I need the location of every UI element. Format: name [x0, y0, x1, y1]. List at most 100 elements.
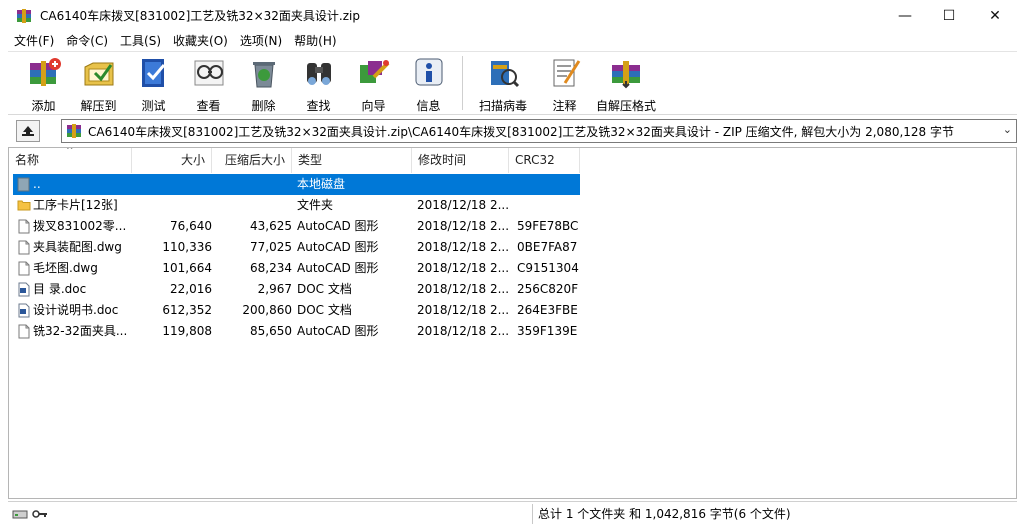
wizard-label: 向导	[361, 99, 386, 113]
add-button[interactable]: 添加	[16, 52, 71, 114]
file-modified-cell: 2018/12/18 2...	[417, 198, 509, 212]
comment-label: 注释	[552, 99, 577, 113]
file-row[interactable]: 工序卡片[12张] 文件夹 2018/12/18 2...	[13, 195, 580, 216]
info-button[interactable]: 信息	[401, 52, 456, 114]
file-crc-cell: 256C820F	[517, 282, 579, 296]
menu-commands[interactable]: 命令(C)	[60, 31, 114, 51]
file-icon	[17, 261, 31, 276]
find-label: 查找	[306, 99, 331, 113]
file-packed-cell: 200,860	[242, 303, 292, 317]
file-row[interactable]: 铣32-32面夹具... 119,808 85,650 AutoCAD 图形 2018/…	[13, 321, 580, 342]
virus-scan-label: 扫描病毒	[478, 99, 527, 113]
maximize-button[interactable]: ☐	[926, 0, 972, 31]
column-header-packed[interactable]: 压缩后大小	[212, 148, 292, 173]
file-icon	[17, 240, 31, 255]
window-title: CA6140车床拨叉[831002]工艺及铣32×32面夹具设计.zip	[40, 9, 360, 23]
view-button[interactable]: 查看	[181, 52, 236, 114]
file-size-cell: 22,016	[170, 282, 212, 296]
zip-archive-icon	[67, 124, 81, 138]
comment-icon	[547, 55, 583, 91]
column-header-type[interactable]: 类型	[292, 148, 412, 173]
close-button[interactable]: ✕	[972, 0, 1018, 31]
status-summary: 总计 1 个文件夹 和 1,042,816 字节(6 个文件)	[538, 507, 791, 521]
column-header-size[interactable]: 大小	[132, 148, 212, 173]
wizard-button[interactable]: 向导	[346, 52, 401, 114]
address-field[interactable]: CA6140车床拨叉[831002]工艺及铣32×32面夹具设计.zip\CA6…	[61, 119, 1017, 143]
file-crc-cell	[517, 195, 584, 216]
file-type-cell: AutoCAD 图形	[297, 324, 379, 338]
file-row[interactable]: 拨叉831002零... 76,640 43,625 AutoCAD 图形 2018/1…	[13, 216, 580, 237]
test-icon	[136, 55, 172, 91]
extract-to-icon	[81, 55, 117, 91]
minimize-button[interactable]: —	[882, 0, 928, 31]
file-name-cell: ..	[33, 177, 41, 191]
find-button[interactable]: 查找	[291, 52, 346, 114]
delete-button[interactable]: 删除	[236, 52, 291, 114]
key-icon	[32, 509, 47, 518]
file-row[interactable]: 夹具装配图.dwg 110,336 77,025 AutoCAD 图形 2018/12/…	[13, 237, 580, 258]
column-header-crc[interactable]: CRC32	[509, 148, 580, 173]
file-crc-cell: 264E3FBE	[517, 303, 578, 317]
sfx-button[interactable]: 自解压格式	[592, 52, 660, 114]
menu-bar: 文件(F) 命令(C) 工具(S) 收藏夹(O) 选项(N) 帮助(H)	[8, 31, 343, 51]
file-crc-cell: 59FE78BC	[517, 219, 579, 233]
address-bar: CA6140车床拨叉[831002]工艺及铣32×32面夹具设计.zip\CA6…	[8, 117, 1017, 145]
file-packed-cell	[212, 174, 292, 195]
file-name-cell: 设计说明书.doc	[33, 303, 119, 317]
file-modified-cell: 2018/12/18 2...	[417, 219, 509, 233]
file-crc-cell: 0BE7FA87	[517, 240, 578, 254]
column-header-modified[interactable]: 修改时间	[412, 148, 509, 173]
sfx-label: 自解压格式	[595, 99, 656, 113]
add-label: 添加	[31, 99, 56, 113]
add-archive-icon	[26, 55, 62, 91]
file-row[interactable]: 设计说明书.doc 612,352 200,860 DOC 文档 2018/12/18 …	[13, 300, 580, 321]
file-icon	[17, 219, 31, 234]
extract-to-button[interactable]: 解压到	[71, 52, 126, 114]
comment-button[interactable]: 注释	[537, 52, 592, 114]
file-modified-cell: 2018/12/18 2...	[417, 324, 509, 338]
file-size-cell	[132, 195, 212, 216]
file-crc-cell	[517, 174, 584, 195]
file-modified-cell: 2018/12/18 2...	[417, 282, 509, 296]
file-packed-cell: 43,625	[250, 219, 292, 233]
file-size-cell: 76,640	[170, 219, 212, 233]
file-packed-cell: 77,025	[250, 240, 292, 254]
delete-icon	[246, 55, 282, 91]
file-size-cell: 101,664	[162, 261, 212, 275]
menu-tools[interactable]: 工具(S)	[114, 31, 167, 51]
file-type-cell: AutoCAD 图形	[297, 240, 379, 254]
file-type-cell: AutoCAD 图形	[297, 261, 379, 275]
virus-scan-button[interactable]: 扫描病毒	[469, 52, 537, 114]
file-row[interactable]: 毛坯图.dwg 101,664 68,234 AutoCAD 图形 2018/12/18…	[13, 258, 580, 279]
file-packed-cell: 2,967	[257, 282, 292, 296]
file-icon	[17, 324, 31, 339]
file-size-cell: 612,352	[162, 303, 212, 317]
extract-to-label: 解压到	[80, 99, 117, 113]
menu-file[interactable]: 文件(F)	[8, 31, 60, 51]
file-size-cell: 110,336	[162, 240, 212, 254]
menu-favorites[interactable]: 收藏夹(O)	[167, 31, 234, 51]
test-label: 测试	[141, 99, 166, 113]
file-name-cell: 目 录.doc	[33, 282, 87, 296]
sort-ascending-icon: ^	[66, 147, 74, 156]
file-crc-cell: 359F139E	[517, 324, 578, 338]
word-doc-icon	[17, 303, 31, 318]
file-size-cell: 119,808	[162, 324, 212, 338]
test-button[interactable]: 测试	[126, 52, 181, 114]
file-row[interactable]: 目 录.doc 22,016 2,967 DOC 文档 2018/12/18 2... 2…	[13, 279, 580, 300]
file-packed-cell: 85,650	[250, 324, 292, 338]
file-type-cell: AutoCAD 图形	[297, 219, 379, 233]
file-type-cell: DOC 文档	[297, 282, 352, 296]
find-icon	[301, 55, 337, 91]
view-label: 查看	[196, 99, 221, 113]
info-label: 信息	[416, 99, 441, 113]
column-header-name[interactable]: 名称 ^	[9, 148, 132, 173]
file-row[interactable]: .. 本地磁盘	[13, 174, 580, 195]
chevron-down-icon[interactable]: ⌄	[1003, 123, 1012, 136]
folder-icon	[17, 198, 31, 213]
title-bar: CA6140车床拨叉[831002]工艺及铣32×32面夹具设计.zip — ☐…	[0, 0, 1025, 31]
menu-options[interactable]: 选项(N)	[234, 31, 288, 51]
menu-help[interactable]: 帮助(H)	[288, 31, 342, 51]
up-folder-button[interactable]	[16, 120, 40, 142]
file-modified-cell: 2018/12/18 2...	[417, 240, 509, 254]
